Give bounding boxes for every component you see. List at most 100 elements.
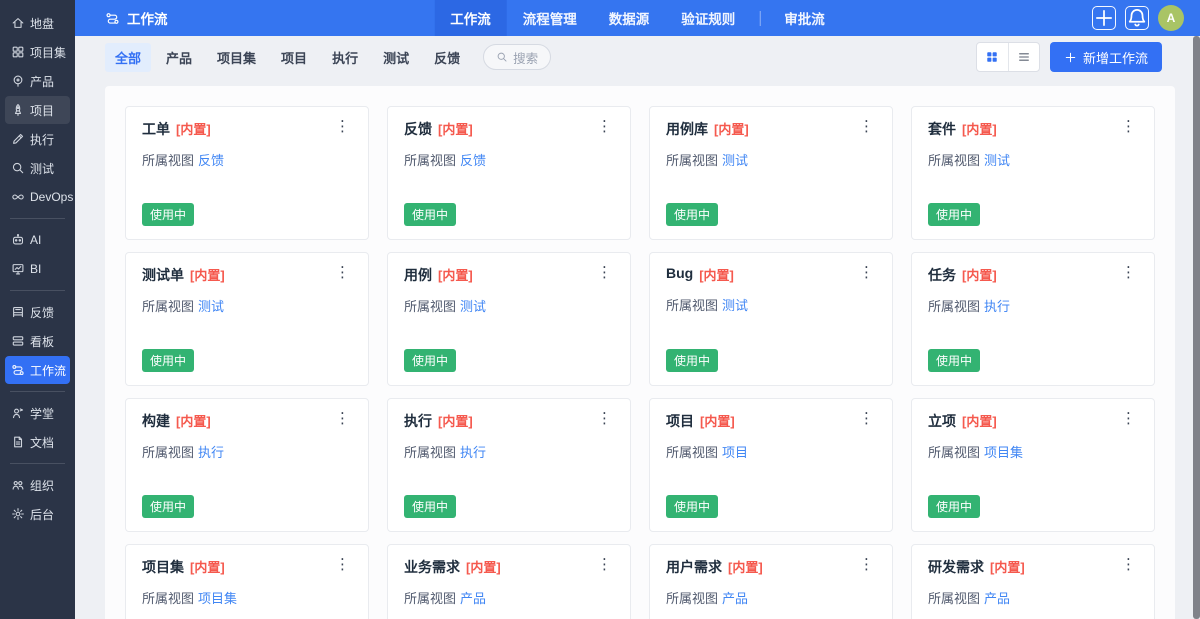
sidebar-item-workflow[interactable]: 工作流 xyxy=(5,356,70,384)
card-menu-button[interactable]: ⋮ xyxy=(595,119,614,133)
card-header: 反馈[内置]⋮ xyxy=(404,119,614,139)
card-menu-button[interactable]: ⋮ xyxy=(595,265,614,279)
card-view-link[interactable]: 执行 xyxy=(984,299,1010,314)
grid-view-button[interactable] xyxy=(977,43,1008,71)
sidebar-item-rocket[interactable]: 项目 xyxy=(5,96,70,124)
card-menu-button[interactable]: ⋮ xyxy=(857,119,876,133)
scrollbar[interactable] xyxy=(1193,36,1200,619)
filter-tab-6[interactable]: 反馈 xyxy=(424,43,470,72)
card-view-link[interactable]: 执行 xyxy=(198,445,224,460)
filter-tab-3[interactable]: 项目 xyxy=(271,43,317,72)
card-view-link[interactable]: 执行 xyxy=(460,445,486,460)
card-view-link[interactable]: 项目集 xyxy=(198,591,237,606)
kanban-icon xyxy=(11,334,25,348)
card-menu-button[interactable]: ⋮ xyxy=(333,557,352,571)
card-title: 用例库 xyxy=(666,119,708,139)
card-view-label: 所属视图 xyxy=(142,299,194,314)
card-builtin-tag: [内置] xyxy=(962,265,997,284)
sidebar-item-org[interactable]: 组织 xyxy=(5,471,70,499)
filter-tab-1[interactable]: 产品 xyxy=(156,43,202,72)
filter-tab-2[interactable]: 项目集 xyxy=(207,43,266,72)
card-menu-button[interactable]: ⋮ xyxy=(333,265,352,279)
card-view-label: 所属视图 xyxy=(666,298,718,313)
feedback-icon xyxy=(11,305,25,319)
topbar-tab-3[interactable]: 验证规则 xyxy=(665,0,751,36)
workflow-card: 工单[内置]⋮所属视图反馈使用中 xyxy=(125,106,369,240)
filter-tab-0[interactable]: 全部 xyxy=(105,43,151,72)
sidebar-item-grid[interactable]: 项目集 xyxy=(5,38,70,66)
sidebar-item-infinity[interactable]: DevOps xyxy=(5,183,70,211)
sidebar-item-home[interactable]: 地盘 xyxy=(5,9,70,37)
sidebar-item-label: 文档 xyxy=(30,434,54,451)
topbar-tab-1[interactable]: 流程管理 xyxy=(507,0,593,36)
sidebar-item-label: 组织 xyxy=(30,477,54,494)
card-menu-button[interactable]: ⋮ xyxy=(1119,557,1138,571)
card-menu-button[interactable]: ⋮ xyxy=(1119,119,1138,133)
card-title: 业务需求 xyxy=(404,557,460,577)
card-header: 研发需求[内置]⋮ xyxy=(928,557,1138,577)
sidebar-item-school[interactable]: 学堂 xyxy=(5,399,70,427)
sidebar-item-feedback[interactable]: 反馈 xyxy=(5,298,70,326)
filter-tab-5[interactable]: 测试 xyxy=(373,43,419,72)
card-view-row: 所属视图项目集 xyxy=(928,442,1138,461)
card-title: 工单 xyxy=(142,119,170,139)
sidebar-item-robot[interactable]: AI xyxy=(5,226,70,254)
card-view-row: 所属视图测试 xyxy=(666,150,876,169)
card-view-link[interactable]: 项目 xyxy=(722,445,748,460)
card-header: 构建[内置]⋮ xyxy=(142,411,352,431)
sidebar-item-label: 反馈 xyxy=(30,304,54,321)
sidebar-item-monitor[interactable]: BI xyxy=(5,255,70,283)
avatar[interactable]: A xyxy=(1158,5,1184,31)
sidebar-item-gear[interactable]: 后台 xyxy=(5,500,70,528)
sidebar-item-product[interactable]: 产品 xyxy=(5,67,70,95)
org-icon xyxy=(11,478,25,492)
card-menu-button[interactable]: ⋮ xyxy=(857,557,876,571)
card-view-link[interactable]: 测试 xyxy=(460,299,486,314)
notifications-button[interactable] xyxy=(1125,6,1149,30)
card-view-link[interactable]: 反馈 xyxy=(198,153,224,168)
card-builtin-tag: [内置] xyxy=(962,119,997,138)
sidebar-item-label: BI xyxy=(30,262,41,276)
card-menu-button[interactable]: ⋮ xyxy=(857,265,876,279)
add-button[interactable] xyxy=(1092,6,1116,30)
sidebar-item-execute[interactable]: 执行 xyxy=(5,125,70,153)
grid-icon xyxy=(11,45,25,59)
workflow-icon xyxy=(11,363,25,377)
workflow-card: 立项[内置]⋮所属视图项目集使用中 xyxy=(911,398,1155,532)
doc-icon xyxy=(11,435,25,449)
card-view-link[interactable]: 反馈 xyxy=(460,153,486,168)
sidebar-item-test[interactable]: 测试 xyxy=(5,154,70,182)
card-menu-button[interactable]: ⋮ xyxy=(333,411,352,425)
card-view-link[interactable]: 产品 xyxy=(984,591,1010,606)
card-menu-button[interactable]: ⋮ xyxy=(595,557,614,571)
card-menu-button[interactable]: ⋮ xyxy=(1119,411,1138,425)
page-title-text: 工作流 xyxy=(127,8,168,28)
list-view-button[interactable] xyxy=(1008,43,1039,71)
card-view-link[interactable]: 测试 xyxy=(722,298,748,313)
card-title: 用户需求 xyxy=(666,557,722,577)
filter-tab-4[interactable]: 执行 xyxy=(322,43,368,72)
card-menu-button[interactable]: ⋮ xyxy=(857,411,876,425)
card-view-link[interactable]: 产品 xyxy=(722,591,748,606)
card-status-badge: 使用中 xyxy=(666,495,718,518)
card-view-link[interactable]: 测试 xyxy=(198,299,224,314)
sidebar-item-doc[interactable]: 文档 xyxy=(5,428,70,456)
card-status-badge: 使用中 xyxy=(142,203,194,226)
topbar-tab-0[interactable]: 工作流 xyxy=(434,0,507,36)
card-menu-button[interactable]: ⋮ xyxy=(595,411,614,425)
card-view-link[interactable]: 测试 xyxy=(722,153,748,168)
card-title: 执行 xyxy=(404,411,432,431)
card-menu-button[interactable]: ⋮ xyxy=(333,119,352,133)
new-workflow-button[interactable]: 新增工作流 xyxy=(1050,42,1162,72)
card-view-link[interactable]: 项目集 xyxy=(984,445,1023,460)
topbar-tab-4[interactable]: 审批流 xyxy=(768,0,841,36)
card-menu-button[interactable]: ⋮ xyxy=(1119,265,1138,279)
card-view-link[interactable]: 测试 xyxy=(984,153,1010,168)
sidebar-item-label: 工作流 xyxy=(30,362,66,379)
card-header: 业务需求[内置]⋮ xyxy=(404,557,614,577)
search-input[interactable]: 搜索 xyxy=(483,44,551,70)
new-workflow-label: 新增工作流 xyxy=(1083,48,1148,67)
sidebar-item-kanban[interactable]: 看板 xyxy=(5,327,70,355)
topbar-tab-2[interactable]: 数据源 xyxy=(593,0,666,36)
card-view-link[interactable]: 产品 xyxy=(460,591,486,606)
